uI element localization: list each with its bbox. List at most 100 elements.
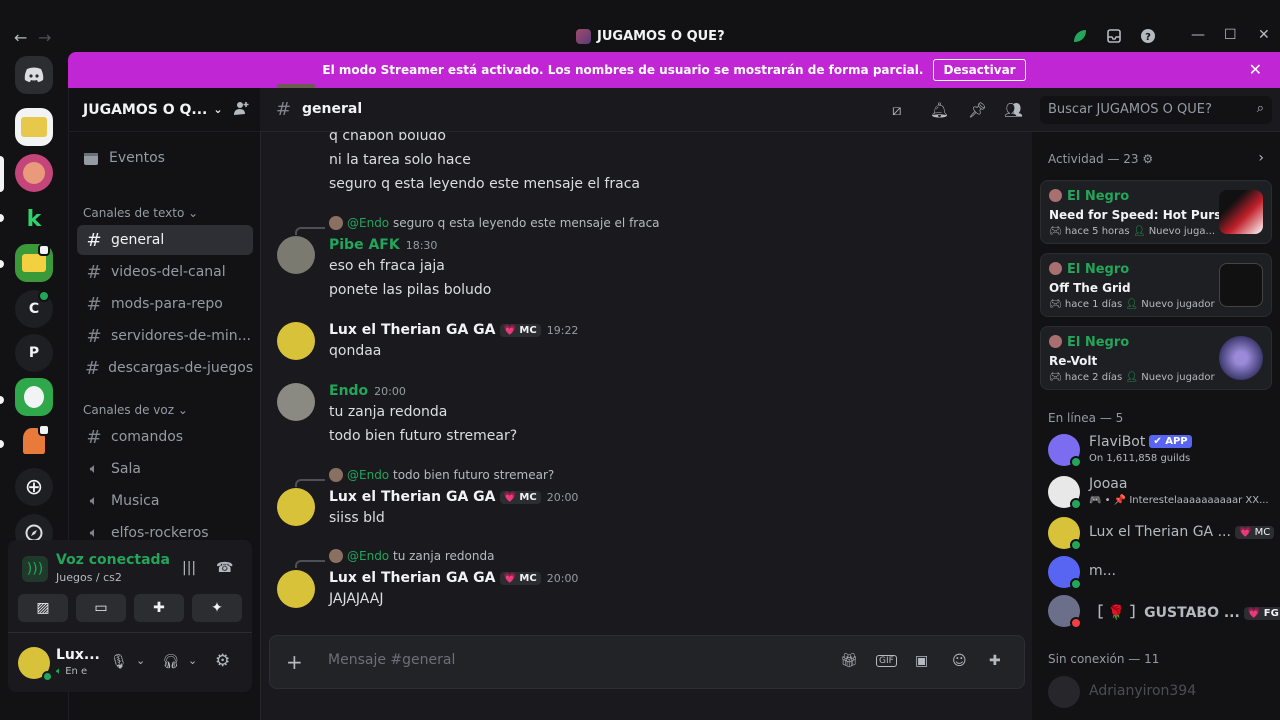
avatar[interactable] (277, 570, 315, 608)
direct-messages-button[interactable] (15, 56, 53, 94)
channel-comandos[interactable]: # comandos (77, 422, 253, 452)
activity-game: Need for Speed: Hot Pursuit (1049, 208, 1240, 222)
user-panel: Lux... 🔈︎ En e 🎙︎ ⌄ 🎧︎ ⌄ ⚙︎ (8, 632, 252, 692)
username[interactable]: Lux... (56, 647, 100, 663)
reply-preview[interactable]: @Endo todo bien futuro stremear? (329, 468, 554, 482)
inbox-icon[interactable] (1106, 28, 1122, 44)
member-item[interactable]: Jooaa 🎮 • 📌 Interestelaaaaaaaaaar XX... (1048, 472, 1272, 512)
bell-icon[interactable]: 🔔︎ (930, 101, 949, 119)
voice-channel-name[interactable]: Juegos / cs2 (56, 571, 122, 584)
channel-label: elfos-rockeros (111, 525, 209, 541)
pin-icon[interactable]: 📌︎ (968, 101, 987, 119)
avatar[interactable] (277, 488, 315, 526)
member-name: Jooaa (1089, 476, 1128, 492)
activities-button[interactable]: ✚ (134, 594, 184, 622)
member-sidebar: Actividad — 23 ⚙︎ › El Negro Need for Sp… (1032, 132, 1280, 720)
close-banner-icon[interactable]: ✕ (1249, 60, 1262, 79)
activity-header[interactable]: Actividad — 23 ⚙︎ (1048, 152, 1153, 166)
timestamp: 20:00 (546, 491, 579, 504)
server-art (23, 162, 45, 184)
gift-icon[interactable]: 🎁︎ (840, 653, 858, 669)
maximize-button[interactable]: ☐ (1224, 27, 1237, 43)
chevron-right-icon[interactable]: › (1258, 150, 1264, 166)
text-channels-category[interactable]: Canales de texto ⌄ (83, 206, 198, 220)
server-icon-p[interactable]: P (15, 334, 53, 372)
channel-descargas-de-juegos[interactable]: # descargas-de-juegos (77, 353, 253, 383)
member-status: On 1,611,858 guilds (1089, 453, 1191, 464)
channel-videos-del-canal[interactable]: # videos-del-canal (77, 257, 253, 287)
chevron-down-icon[interactable]: ⌄ (188, 654, 197, 667)
server-icon-5[interactable] (15, 378, 53, 416)
member-item[interactable]: ［ 🌹 ］GUSTABO ... 💗 FG (1048, 591, 1280, 631)
reply-preview[interactable]: @Endo tu zanja redonda (329, 549, 494, 563)
search-input[interactable]: Buscar JUGAMOS O QUE? ⌕ (1040, 96, 1272, 124)
channel-label: Sala (111, 461, 141, 477)
message-author[interactable]: Lux el Therian GA GA 💗 MC 20:00 (329, 570, 578, 586)
noise-suppression-icon[interactable]: ||| (182, 560, 196, 576)
activity-card[interactable]: El Negro Off The Grid 🎮︎ hace 1 días 👤︎ … (1040, 253, 1272, 317)
sticker-icon[interactable]: ▣ (915, 653, 928, 669)
soundboard-button[interactable]: ✦ (192, 594, 242, 622)
avatar[interactable] (277, 383, 315, 421)
avatar[interactable] (277, 322, 315, 360)
activity-note: Nuevo juga... (1148, 226, 1216, 237)
minimize-button[interactable]: — (1191, 27, 1205, 43)
member-item[interactable]: Lux el Therian GA ... 💗 MC (1048, 513, 1275, 553)
events-link[interactable]: Eventos (83, 150, 165, 166)
voice-status[interactable]: Voz conectada (56, 552, 170, 568)
message-line: siiss bld (329, 510, 385, 526)
message-author[interactable]: Lux el Therian GA GA 💗 MC 20:00 (329, 489, 578, 505)
leaf-icon[interactable] (1072, 28, 1088, 44)
camera-off-button[interactable]: ▨ (18, 594, 68, 622)
disconnect-icon[interactable]: ☎︎ (216, 560, 233, 576)
message-author[interactable]: Endo 20:00 (329, 383, 406, 399)
channel-general[interactable]: # general (77, 225, 253, 255)
message-author[interactable]: Lux el Therian GA GA 💗 MC 19:22 (329, 322, 578, 338)
activity-card[interactable]: El Negro Re-Volt 🎮︎ hace 2 días 👤︎ Nuevo… (1040, 326, 1272, 390)
reply-preview[interactable]: @Endo seguro q esta leyendo este mensaje… (329, 216, 660, 230)
message-author[interactable]: Pibe AFK 18:30 (329, 237, 437, 253)
guild-header[interactable]: JUGAMOS O Q... ⌄ (69, 88, 261, 132)
forward-arrow-icon[interactable]: → (38, 28, 51, 47)
chevron-down-icon[interactable]: ⌄ (136, 654, 145, 667)
apps-icon[interactable]: ✚ (989, 653, 1001, 669)
add-attachment-icon[interactable]: + (286, 650, 303, 674)
channel-label: comandos (111, 429, 184, 445)
members-icon[interactable]: 👥︎ (1004, 101, 1023, 119)
help-icon[interactable]: ? (1140, 28, 1156, 44)
add-server-button[interactable]: ⊕ (15, 468, 53, 506)
emoji-icon[interactable]: ☺︎ (952, 653, 967, 669)
back-arrow-icon[interactable]: ← (14, 28, 27, 47)
microphone-icon[interactable]: 🎙︎ (110, 654, 128, 670)
member-item[interactable]: FlaviBot ✔ APP On 1,611,858 guilds (1048, 430, 1272, 470)
gif-icon[interactable]: GIF (876, 655, 897, 667)
screen-share-button[interactable]: ▭ (76, 594, 126, 622)
author-name: Lux el Therian GA GA (329, 489, 496, 505)
game-art (1219, 336, 1263, 380)
avatar[interactable] (277, 236, 315, 274)
plus-icon: ⊕ (24, 474, 44, 500)
close-window-button[interactable]: ✕ (1258, 27, 1270, 43)
voice-channels-category[interactable]: Canales de voz ⌄ (83, 403, 188, 417)
disable-streamer-mode-button[interactable]: Desactivar (933, 59, 1026, 81)
channel-servidores-de-minecraft[interactable]: # servidores-de-min... (77, 321, 253, 351)
timestamp: 19:22 (546, 324, 579, 337)
channel-mods-para-repo[interactable]: # mods-para-repo (77, 289, 253, 319)
k-glyph: k (26, 206, 42, 232)
gear-icon[interactable]: ⚙︎ (215, 651, 230, 671)
member-item[interactable]: m... (1048, 552, 1272, 592)
server-icon-3[interactable]: k (15, 200, 53, 238)
server-icon-2[interactable] (15, 154, 53, 192)
activity-card[interactable]: El Negro Need for Speed: Hot Pursuit 🎮︎ … (1040, 180, 1272, 244)
voice-channel-musica[interactable]: 🔈︎ Musica (77, 486, 253, 516)
gear-icon[interactable]: ⚙︎ (1142, 152, 1153, 166)
server-icon-1[interactable] (15, 108, 53, 146)
threads-icon[interactable]: ⧄ (892, 101, 902, 119)
reply-spine (295, 227, 325, 235)
member-item[interactable]: Adrianyiron394 (1048, 672, 1272, 712)
headphones-icon[interactable]: 🎧︎ (162, 654, 180, 670)
app-badge: ✔ APP (1149, 435, 1192, 448)
message-input[interactable] (328, 652, 808, 668)
voice-channel-sala[interactable]: 🔈︎ Sala (77, 454, 253, 484)
invite-user-icon[interactable] (233, 100, 249, 116)
